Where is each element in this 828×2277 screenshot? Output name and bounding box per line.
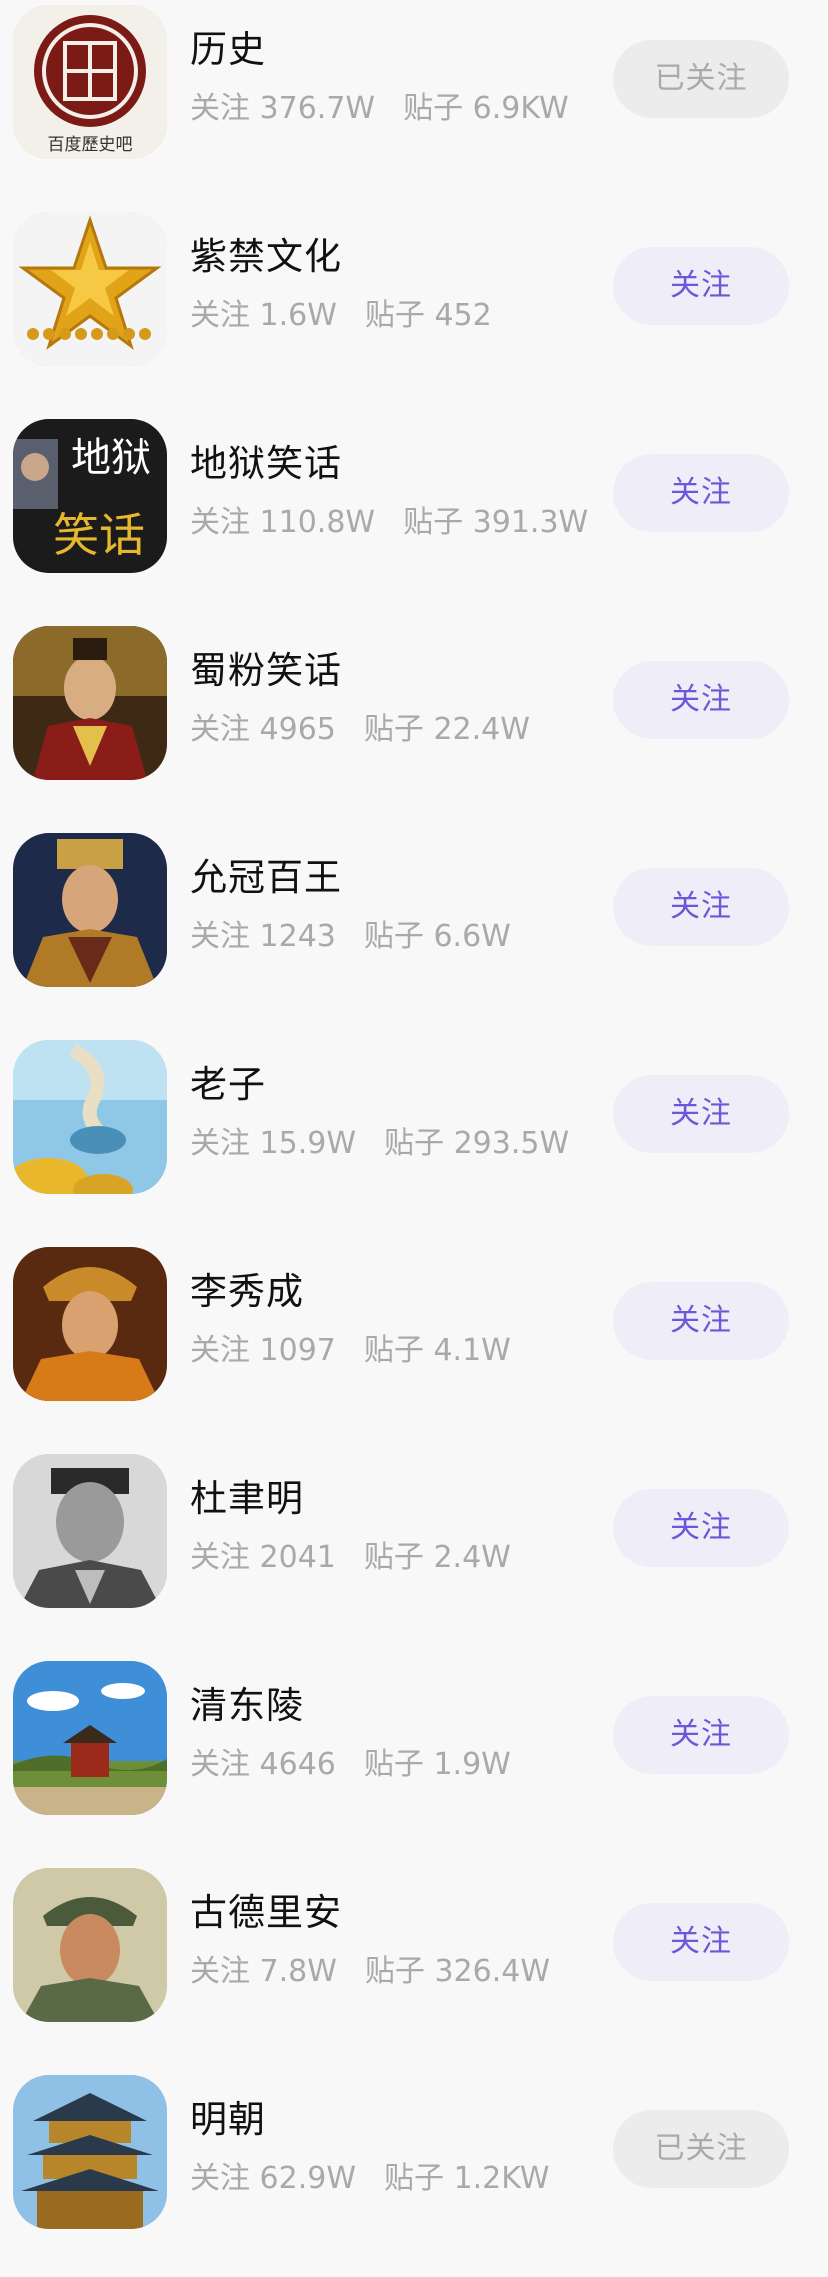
svg-text:笑话: 笑话 <box>53 508 145 562</box>
forum-stats: 关注 2041 贴子 2.4W <box>190 1540 511 1575</box>
forum-avatar-history[interactable]: 百度歷史吧 <box>13 5 167 159</box>
poster-icon: 地狱 笑话 <box>13 419 167 573</box>
photo-portrait-icon <box>13 1454 167 1608</box>
forum-stats: 关注 7.8W 贴子 326.4W <box>190 1954 551 1989</box>
follow-button[interactable]: 关注 <box>613 868 789 946</box>
follow-button[interactable]: 关注 <box>613 1903 789 1981</box>
painting-icon <box>13 1040 167 1194</box>
follow-button[interactable]: 关注 <box>613 661 789 739</box>
forum-stats: 关注 110.8W 贴子 391.3W <box>190 505 589 540</box>
forum-stats: 关注 1.6W 贴子 452 <box>190 298 492 333</box>
portrait-icon <box>13 833 167 987</box>
follow-button[interactable]: 关注 <box>613 454 789 532</box>
svg-text:百度歷史吧: 百度歷史吧 <box>48 135 133 155</box>
forum-avatar-du-yuming[interactable] <box>13 1454 167 1608</box>
forum-item[interactable]: 紫禁文化 关注 1.6W 贴子 452 关注 <box>0 207 828 414</box>
forum-item[interactable]: 百度歷史吧 历史 关注 376.7W 贴子 6.9KW 已关注 <box>0 0 828 207</box>
follow-button[interactable]: 关注 <box>613 1489 789 1567</box>
following-button[interactable]: 已关注 <box>613 40 789 118</box>
svg-text:地狱: 地狱 <box>71 435 151 481</box>
landscape-icon <box>13 1661 167 1815</box>
follow-button[interactable]: 关注 <box>613 247 789 325</box>
forum-stats: 关注 1243 贴子 6.6W <box>190 919 511 954</box>
forum-stats: 关注 4646 贴子 1.9W <box>190 1747 511 1782</box>
forum-name: 地狱笑话 <box>190 442 342 485</box>
forum-item[interactable]: 蜀粉笑话 关注 4965 贴子 22.4W 关注 <box>0 621 828 828</box>
forum-stats: 关注 376.7W 贴子 6.9KW <box>190 91 569 126</box>
forum-list: 百度歷史吧 历史 关注 376.7W 贴子 6.9KW 已关注 紫禁文化 关注 1… <box>0 0 828 2244</box>
forum-item[interactable]: 允冠百王 关注 1243 贴子 6.6W 关注 <box>0 828 828 1035</box>
forum-item[interactable]: 李秀成 关注 1097 贴子 4.1W 关注 <box>0 1242 828 1449</box>
forum-avatar-yun-guan-bai-wang[interactable] <box>13 833 167 987</box>
forum-name: 李秀成 <box>190 1270 304 1313</box>
forum-avatar-hell-jokes[interactable]: 地狱 笑话 <box>13 419 167 573</box>
forum-name: 清东陵 <box>190 1684 304 1727</box>
pagoda-icon <box>13 2075 167 2229</box>
forum-item[interactable]: 清东陵 关注 4646 贴子 1.9W 关注 <box>0 1656 828 1863</box>
forum-stats: 关注 1097 贴子 4.1W <box>190 1333 511 1368</box>
forum-item[interactable]: 地狱 笑话 地狱笑话 关注 110.8W 贴子 391.3W 关注 <box>0 414 828 621</box>
forum-name: 古德里安 <box>190 1891 342 1934</box>
forum-avatar-laozi[interactable] <box>13 1040 167 1194</box>
portrait-icon <box>13 1247 167 1401</box>
forum-name: 蜀粉笑话 <box>190 649 342 692</box>
forum-avatar-guderian[interactable] <box>13 1868 167 2022</box>
forum-name: 允冠百王 <box>190 856 342 899</box>
follow-button[interactable]: 关注 <box>613 1075 789 1153</box>
forum-item[interactable]: 杜聿明 关注 2041 贴子 2.4W 关注 <box>0 1449 828 1656</box>
forum-avatar-shu-fan-jokes[interactable] <box>13 626 167 780</box>
forum-avatar-ming-dynasty[interactable] <box>13 2075 167 2229</box>
forum-item[interactable]: 老子 关注 15.9W 贴子 293.5W 关注 <box>0 1035 828 1242</box>
forum-stats: 关注 15.9W 贴子 293.5W <box>190 1126 570 1161</box>
forum-item[interactable]: 古德里安 关注 7.8W 贴子 326.4W 关注 <box>0 1863 828 2070</box>
following-button[interactable]: 已关注 <box>613 2110 789 2188</box>
follow-button[interactable]: 关注 <box>613 1282 789 1360</box>
forum-name: 紫禁文化 <box>190 235 342 278</box>
forum-name: 明朝 <box>190 2098 266 2141</box>
forum-stats: 关注 62.9W 贴子 1.2KW <box>190 2161 550 2196</box>
forum-name: 历史 <box>190 28 266 71</box>
forum-avatar-eastern-qing-tombs[interactable] <box>13 1661 167 1815</box>
portrait-icon <box>13 626 167 780</box>
follow-button[interactable]: 关注 <box>613 1696 789 1774</box>
portrait-icon <box>13 1868 167 2022</box>
forum-name: 杜聿明 <box>190 1477 304 1520</box>
forum-avatar-forbidden-city-culture[interactable] <box>13 212 167 366</box>
forum-name: 老子 <box>190 1063 266 1106</box>
seal-logo-icon: 百度歷史吧 <box>13 5 167 159</box>
forum-item[interactable]: 明朝 关注 62.9W 贴子 1.2KW 已关注 <box>0 2070 828 2277</box>
forum-avatar-li-xiucheng[interactable] <box>13 1247 167 1401</box>
forum-stats: 关注 4965 贴子 22.4W <box>190 712 530 747</box>
gold-star-icon <box>13 212 167 366</box>
